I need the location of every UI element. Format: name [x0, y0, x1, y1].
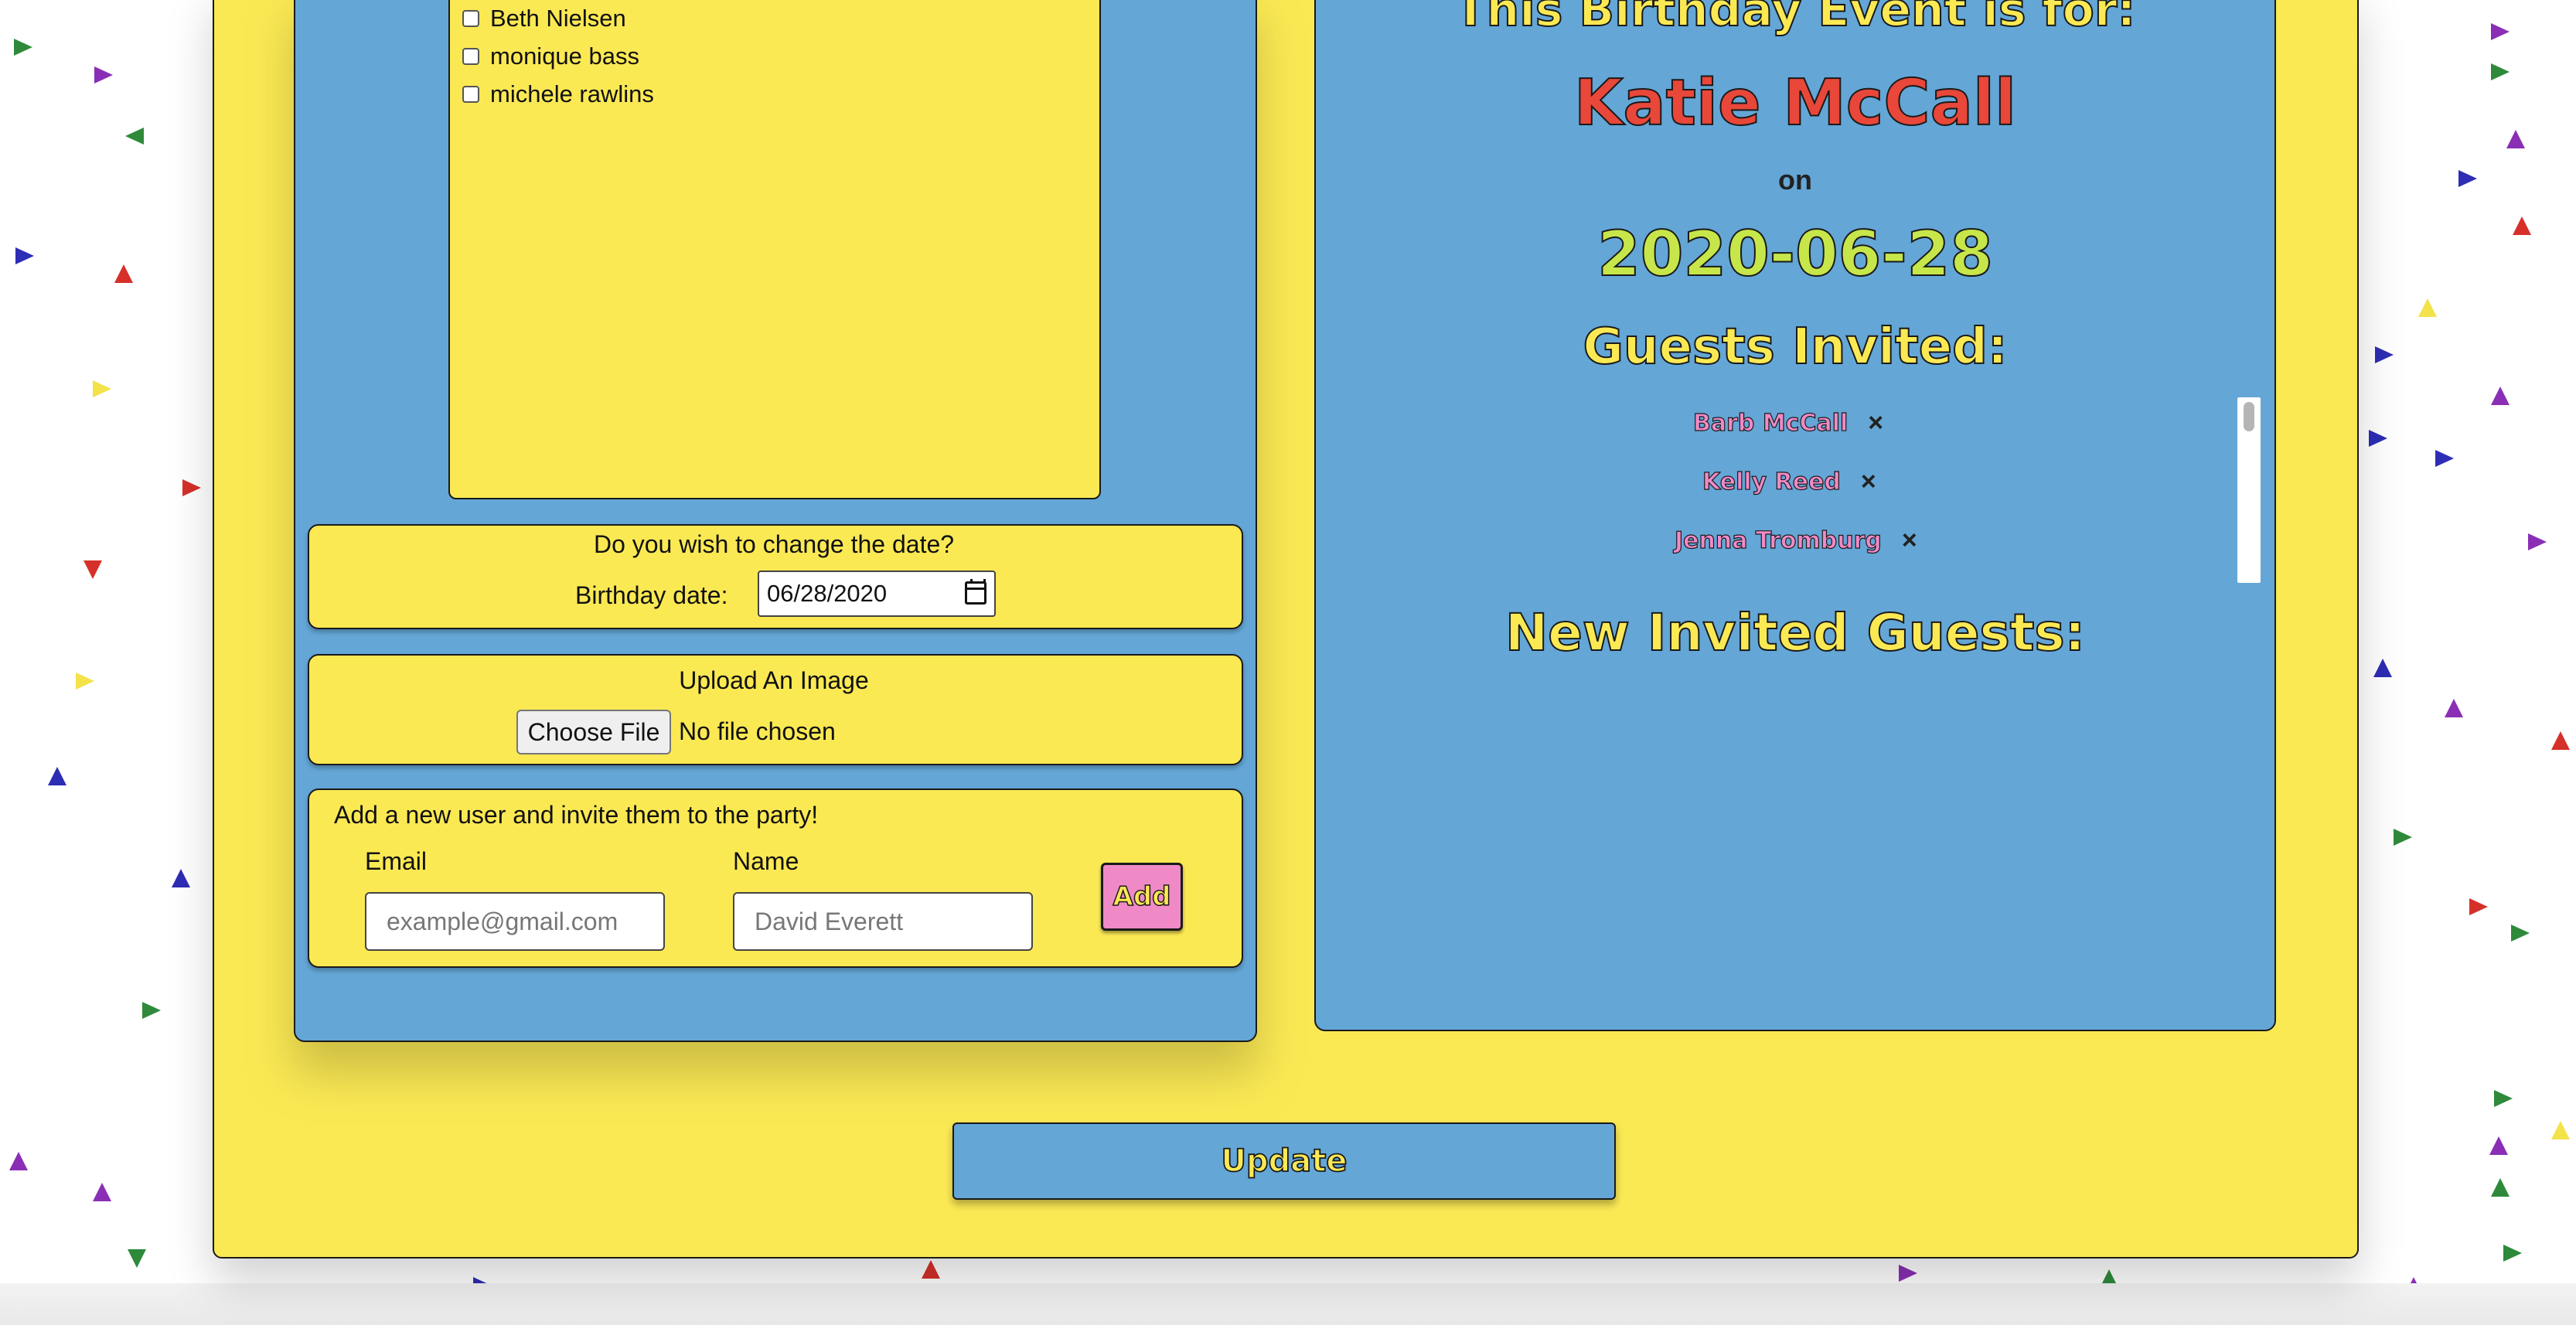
birthday-date-input[interactable]: 06/28/2020 — [758, 571, 996, 617]
invited-guest-name: Kelly Reed — [1702, 468, 1841, 496]
new-guests-heading: New Invited Guests: — [1504, 602, 2086, 663]
confetti-piece — [922, 1260, 940, 1279]
name-field[interactable]: David Everett — [733, 892, 1033, 951]
confetti-piece — [2551, 731, 2570, 750]
invited-guest-row: Jenna Tromburg × — [1674, 526, 1917, 556]
name-label: Name — [733, 847, 799, 875]
event-preview-panel — [1314, 0, 2276, 1031]
guest-option[interactable]: monique bass — [462, 43, 639, 70]
confetti-piece — [142, 1002, 161, 1019]
confetti-piece — [2489, 1136, 2508, 1155]
remove-guest-icon[interactable]: × — [1868, 408, 1883, 438]
confetti-piece — [48, 767, 66, 785]
confetti-piece — [2435, 450, 2454, 467]
email-label: Email — [365, 847, 428, 875]
confetti-piece — [2469, 898, 2488, 915]
remove-guest-icon[interactable]: × — [1861, 467, 1876, 497]
file-status-text: No file chosen — [679, 717, 836, 745]
confetti-piece — [172, 869, 190, 887]
confetti-piece — [182, 479, 201, 496]
birthday-date-label: Birthday date: — [575, 581, 728, 609]
confetti-piece — [114, 264, 133, 283]
new-user-title: Add a new user and invite them to the pa… — [334, 801, 819, 829]
confetti-piece — [2511, 925, 2530, 942]
guest-option-label: monique bass — [490, 43, 640, 70]
guest-checkbox[interactable] — [462, 86, 479, 103]
guest-option-label: michele rawlins — [490, 80, 654, 107]
confetti-piece — [1899, 1265, 1917, 1282]
event-heading: This Birthday Event is for: — [1454, 0, 2137, 38]
guest-select-list[interactable] — [448, 0, 1101, 499]
confetti-piece — [2369, 430, 2387, 447]
confetti-piece — [9, 1152, 28, 1170]
invited-guest-name: Barb McCall — [1692, 409, 1849, 437]
invited-guest-name: Jenna Tromburg — [1674, 526, 1882, 554]
confetti-piece — [2506, 130, 2525, 148]
guest-checkbox[interactable] — [462, 48, 479, 65]
confetti-piece — [2491, 23, 2510, 40]
confetti-piece — [2503, 1245, 2522, 1262]
guest-option-label: Beth Nielsen — [490, 5, 626, 32]
confetti-piece — [2418, 298, 2437, 317]
confetti-piece — [93, 380, 111, 397]
image-upload-title: Upload An Image — [679, 666, 869, 694]
confetti-piece — [2494, 1090, 2513, 1107]
guest-checkbox[interactable] — [462, 10, 479, 27]
confetti-piece — [2491, 387, 2510, 405]
date-section-title: Do you wish to change the date? — [593, 530, 955, 558]
choose-file-button[interactable]: Choose File — [516, 710, 671, 754]
confetti-piece — [2445, 699, 2463, 717]
confetti-piece — [2394, 829, 2412, 846]
update-button[interactable]: Update — [952, 1122, 1616, 1200]
confetti-piece — [14, 39, 32, 56]
guest-option[interactable]: Beth Nielsen — [462, 5, 626, 32]
remove-guest-icon[interactable]: × — [1902, 526, 1917, 556]
invited-guest-row: Kelly Reed × — [1702, 467, 1876, 497]
add-user-button[interactable]: Add — [1101, 863, 1183, 931]
calendar-icon[interactable] — [965, 579, 986, 605]
guest-list-scrollbar[interactable] — [2237, 397, 2261, 583]
page-bottom-strip — [0, 1283, 2576, 1325]
confetti-piece — [2551, 1121, 2570, 1139]
confetti-piece — [76, 673, 94, 690]
confetti-piece — [2491, 63, 2510, 80]
event-date: 2020-06-28 — [1596, 217, 1994, 291]
on-label: on — [1778, 164, 1812, 196]
confetti-piece — [2513, 216, 2531, 235]
event-person-name: Katie McCall — [1573, 66, 2017, 141]
confetti-piece — [2458, 170, 2477, 187]
confetti-piece — [2375, 346, 2394, 363]
confetti-piece — [128, 1249, 146, 1268]
confetti-piece — [15, 247, 34, 264]
confetti-piece — [93, 1183, 111, 1201]
invited-guest-row: Barb McCall × — [1692, 408, 1883, 438]
confetti-piece — [2373, 659, 2392, 677]
confetti-piece — [83, 560, 102, 579]
confetti-piece — [2528, 533, 2547, 550]
scrollbar-thumb[interactable] — [2244, 402, 2254, 431]
guests-invited-heading: Guests Invited: — [1583, 318, 2009, 376]
birthday-date-value: 06/28/2020 — [767, 580, 888, 607]
email-field[interactable]: example@gmail.com — [365, 892, 665, 951]
confetti-piece — [2491, 1178, 2510, 1197]
confetti-piece — [94, 66, 113, 83]
guest-option[interactable]: michele rawlins — [462, 80, 654, 108]
confetti-piece — [125, 128, 144, 145]
